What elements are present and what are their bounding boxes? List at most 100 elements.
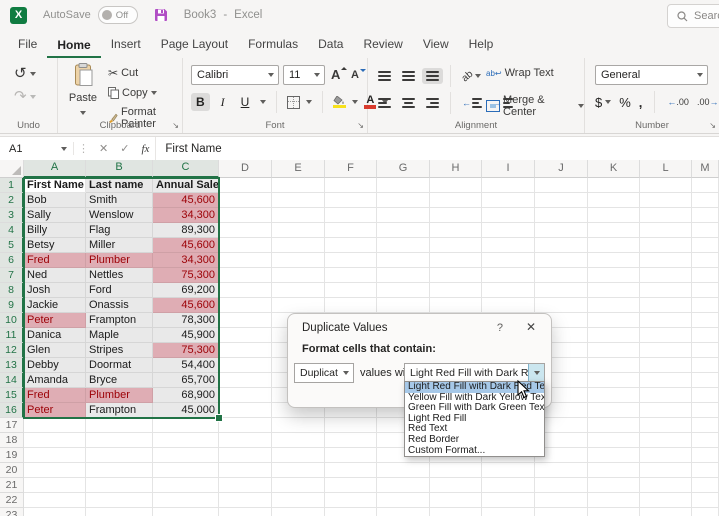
column-header-k[interactable]: K [588, 160, 640, 178]
cell-B3[interactable]: Wenslow [86, 208, 153, 223]
fill-handle[interactable] [215, 414, 223, 422]
cell-F7[interactable] [325, 268, 377, 283]
row-header-9[interactable]: 9 [0, 298, 24, 313]
underline-button[interactable]: U [236, 93, 255, 111]
cell-F23[interactable] [325, 508, 377, 516]
cut-button[interactable]: ✂ Cut [108, 66, 182, 80]
cell-M10[interactable] [692, 313, 719, 328]
row-header-1[interactable]: 1 [0, 178, 24, 193]
cell-I6[interactable] [482, 253, 535, 268]
row-header-6[interactable]: 6 [0, 253, 24, 268]
cell-B7[interactable]: Nettles [86, 268, 153, 283]
cell-G22[interactable] [377, 493, 430, 508]
cell-M1[interactable] [692, 178, 719, 193]
cell-C7[interactable]: 75,300 [153, 268, 219, 283]
cell-C23[interactable] [153, 508, 219, 516]
cell-K2[interactable] [588, 193, 640, 208]
cell-M23[interactable] [692, 508, 719, 516]
cell-E6[interactable] [272, 253, 325, 268]
cell-H6[interactable] [430, 253, 482, 268]
cell-G9[interactable] [377, 298, 430, 313]
cell-B11[interactable]: Maple [86, 328, 153, 343]
cell-H8[interactable] [430, 283, 482, 298]
fill-color-button[interactable] [333, 96, 346, 109]
cell-C8[interactable]: 69,200 [153, 283, 219, 298]
column-header-d[interactable]: D [219, 160, 272, 178]
clipboard-dialog-launcher[interactable]: ↘ [172, 122, 179, 130]
font-dialog-launcher[interactable]: ↘ [357, 122, 364, 130]
cell-I4[interactable] [482, 223, 535, 238]
fill-color-dropdown[interactable] [352, 100, 358, 104]
percent-style-button[interactable]: % [619, 95, 631, 110]
cell-A3[interactable]: Sally [24, 208, 86, 223]
cell-D11[interactable] [219, 328, 272, 343]
cell-K4[interactable] [588, 223, 640, 238]
cell-A4[interactable]: Billy [24, 223, 86, 238]
formula-input[interactable]: First Name [155, 137, 719, 160]
tab-review[interactable]: Review [353, 32, 412, 58]
accounting-format-button[interactable]: $ [595, 95, 611, 110]
cell-K12[interactable] [588, 343, 640, 358]
cell-A11[interactable]: Danica [24, 328, 86, 343]
cell-M21[interactable] [692, 478, 719, 493]
comma-style-button[interactable]: , [639, 95, 643, 110]
cell-L11[interactable] [640, 328, 692, 343]
cell-M8[interactable] [692, 283, 719, 298]
cell-D1[interactable] [219, 178, 272, 193]
cell-B4[interactable]: Flag [86, 223, 153, 238]
row-header-21[interactable]: 21 [0, 478, 24, 493]
cell-D19[interactable] [219, 448, 272, 463]
italic-button[interactable]: I [216, 93, 230, 112]
row-header-12[interactable]: 12 [0, 343, 24, 358]
align-middle-button[interactable] [398, 68, 419, 84]
row-header-2[interactable]: 2 [0, 193, 24, 208]
cell-E2[interactable] [272, 193, 325, 208]
align-bottom-button[interactable] [422, 68, 443, 84]
paste-button[interactable]: Paste [64, 63, 102, 122]
cell-C4[interactable]: 89,300 [153, 223, 219, 238]
cell-K1[interactable] [588, 178, 640, 193]
cell-B23[interactable] [86, 508, 153, 516]
cell-K19[interactable] [588, 448, 640, 463]
underline-dropdown[interactable] [260, 100, 266, 104]
row-header-15[interactable]: 15 [0, 388, 24, 403]
cell-A5[interactable]: Betsy [24, 238, 86, 253]
cell-A20[interactable] [24, 463, 86, 478]
cell-K21[interactable] [588, 478, 640, 493]
cell-M18[interactable] [692, 433, 719, 448]
cell-I5[interactable] [482, 238, 535, 253]
cell-H2[interactable] [430, 193, 482, 208]
cell-A14[interactable]: Amanda [24, 373, 86, 388]
cell-K13[interactable] [588, 358, 640, 373]
cell-B13[interactable]: Doormat [86, 358, 153, 373]
cell-C10[interactable]: 78,300 [153, 313, 219, 328]
cell-M17[interactable] [692, 418, 719, 433]
cell-B14[interactable]: Bryce [86, 373, 153, 388]
cell-L14[interactable] [640, 373, 692, 388]
cell-L3[interactable] [640, 208, 692, 223]
cell-A13[interactable]: Debby [24, 358, 86, 373]
insert-function-button[interactable]: fx [135, 143, 155, 155]
cell-E1[interactable] [272, 178, 325, 193]
increase-decimal-button[interactable]: ←.00 [667, 97, 689, 107]
cell-H22[interactable] [430, 493, 482, 508]
cell-J21[interactable] [535, 478, 588, 493]
cell-J6[interactable] [535, 253, 588, 268]
row-header-18[interactable]: 18 [0, 433, 24, 448]
cell-D13[interactable] [219, 358, 272, 373]
cell-I2[interactable] [482, 193, 535, 208]
cell-C12[interactable]: 75,300 [153, 343, 219, 358]
cell-J22[interactable] [535, 493, 588, 508]
cell-D16[interactable] [219, 403, 272, 418]
cell-H20[interactable] [430, 463, 482, 478]
cell-K6[interactable] [588, 253, 640, 268]
cell-G1[interactable] [377, 178, 430, 193]
cell-B16[interactable]: Frampton [86, 403, 153, 418]
cell-F21[interactable] [325, 478, 377, 493]
cell-K10[interactable] [588, 313, 640, 328]
cell-M7[interactable] [692, 268, 719, 283]
cell-M22[interactable] [692, 493, 719, 508]
cell-A15[interactable]: Fred [24, 388, 86, 403]
cell-L7[interactable] [640, 268, 692, 283]
format-option-5[interactable]: Red Border [405, 435, 544, 446]
